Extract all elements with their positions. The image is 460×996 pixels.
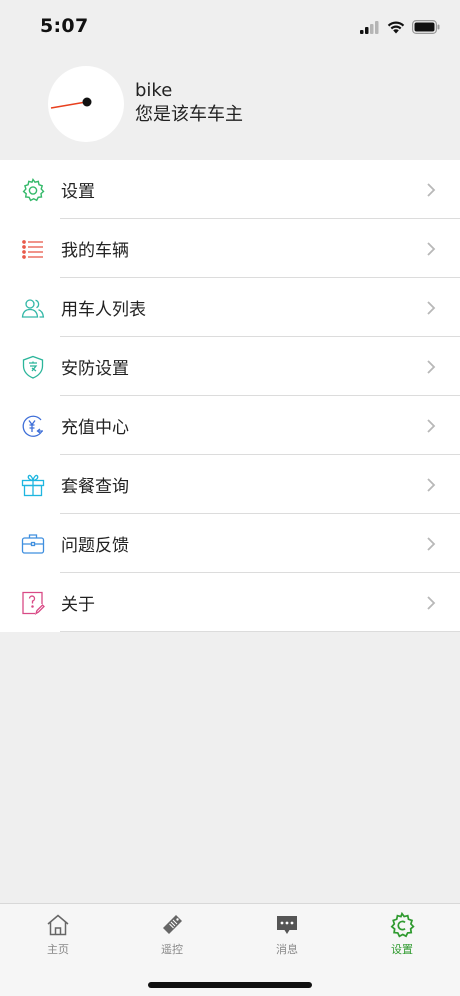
menu-item-my-vehicles[interactable]: 我的车辆 bbox=[0, 219, 460, 278]
menu-item-about[interactable]: 关于 bbox=[0, 573, 460, 632]
menu-item-label: 安防设置 bbox=[61, 359, 129, 379]
menu-item-label: 充值中心 bbox=[61, 418, 129, 438]
menu-item-label: 用车人列表 bbox=[61, 300, 146, 320]
chevron-right-icon bbox=[427, 241, 436, 256]
status-bar: 5:07 bbox=[0, 0, 460, 54]
tab-label: 设置 bbox=[391, 943, 413, 956]
tab-remote[interactable]: 遥控 bbox=[132, 912, 212, 957]
about-icon bbox=[21, 591, 45, 615]
chevron-right-icon bbox=[427, 359, 436, 374]
settings-menu: 设置 我的车辆 用车人列表 安防设置 充值中心 套餐查询 问题反馈 关于 bbox=[0, 160, 460, 632]
home-icon bbox=[45, 912, 71, 938]
profile-text: bike 您是该车车主 bbox=[135, 80, 243, 128]
app-screen: 5:07 bike 您是该车车主 设置 我的车辆 用车人列表 安防设置 充值中心… bbox=[0, 0, 460, 996]
settings-tab-icon bbox=[389, 912, 415, 938]
message-icon bbox=[274, 912, 300, 938]
home-indicator bbox=[148, 982, 312, 988]
cellular-signal-icon bbox=[360, 19, 380, 38]
menu-item-package-query[interactable]: 套餐查询 bbox=[0, 455, 460, 514]
list-icon bbox=[21, 237, 45, 261]
tab-label: 遥控 bbox=[161, 943, 183, 956]
users-icon bbox=[21, 296, 45, 320]
chevron-right-icon bbox=[427, 477, 436, 492]
menu-item-user-list[interactable]: 用车人列表 bbox=[0, 278, 460, 337]
tab-messages[interactable]: 消息 bbox=[247, 912, 327, 957]
gear-icon bbox=[21, 177, 45, 202]
menu-item-label: 问题反馈 bbox=[61, 536, 129, 556]
tab-home[interactable]: 主页 bbox=[18, 912, 98, 957]
menu-item-label: 关于 bbox=[61, 595, 95, 615]
menu-item-label: 设置 bbox=[61, 182, 95, 202]
wifi-icon bbox=[387, 19, 405, 38]
status-icons bbox=[360, 19, 440, 38]
chevron-right-icon bbox=[427, 595, 436, 610]
menu-item-settings[interactable]: 设置 bbox=[0, 160, 460, 219]
menu-item-label: 我的车辆 bbox=[61, 241, 129, 261]
gift-icon bbox=[21, 473, 45, 497]
profile-role: 您是该车车主 bbox=[135, 104, 243, 125]
briefcase-icon bbox=[21, 532, 45, 556]
tab-label: 消息 bbox=[276, 943, 298, 956]
profile-header[interactable]: bike 您是该车车主 bbox=[48, 66, 243, 142]
menu-item-feedback[interactable]: 问题反馈 bbox=[0, 514, 460, 573]
recharge-icon bbox=[21, 414, 45, 438]
tab-settings[interactable]: 设置 bbox=[362, 912, 442, 957]
menu-item-security-settings[interactable]: 安防设置 bbox=[0, 337, 460, 396]
gauge-icon bbox=[48, 66, 124, 142]
tab-label: 主页 bbox=[47, 943, 69, 956]
battery-icon bbox=[412, 19, 440, 38]
chevron-right-icon bbox=[427, 536, 436, 551]
chevron-right-icon bbox=[427, 418, 436, 433]
chevron-right-icon bbox=[427, 300, 436, 315]
menu-item-recharge-center[interactable]: 充值中心 bbox=[0, 396, 460, 455]
menu-item-label: 套餐查询 bbox=[61, 477, 129, 497]
chevron-right-icon bbox=[427, 182, 436, 197]
status-time: 5:07 bbox=[40, 15, 89, 37]
avatar[interactable] bbox=[48, 66, 124, 142]
shield-icon bbox=[21, 355, 45, 379]
profile-name: bike bbox=[135, 80, 173, 101]
remote-icon bbox=[159, 912, 185, 938]
